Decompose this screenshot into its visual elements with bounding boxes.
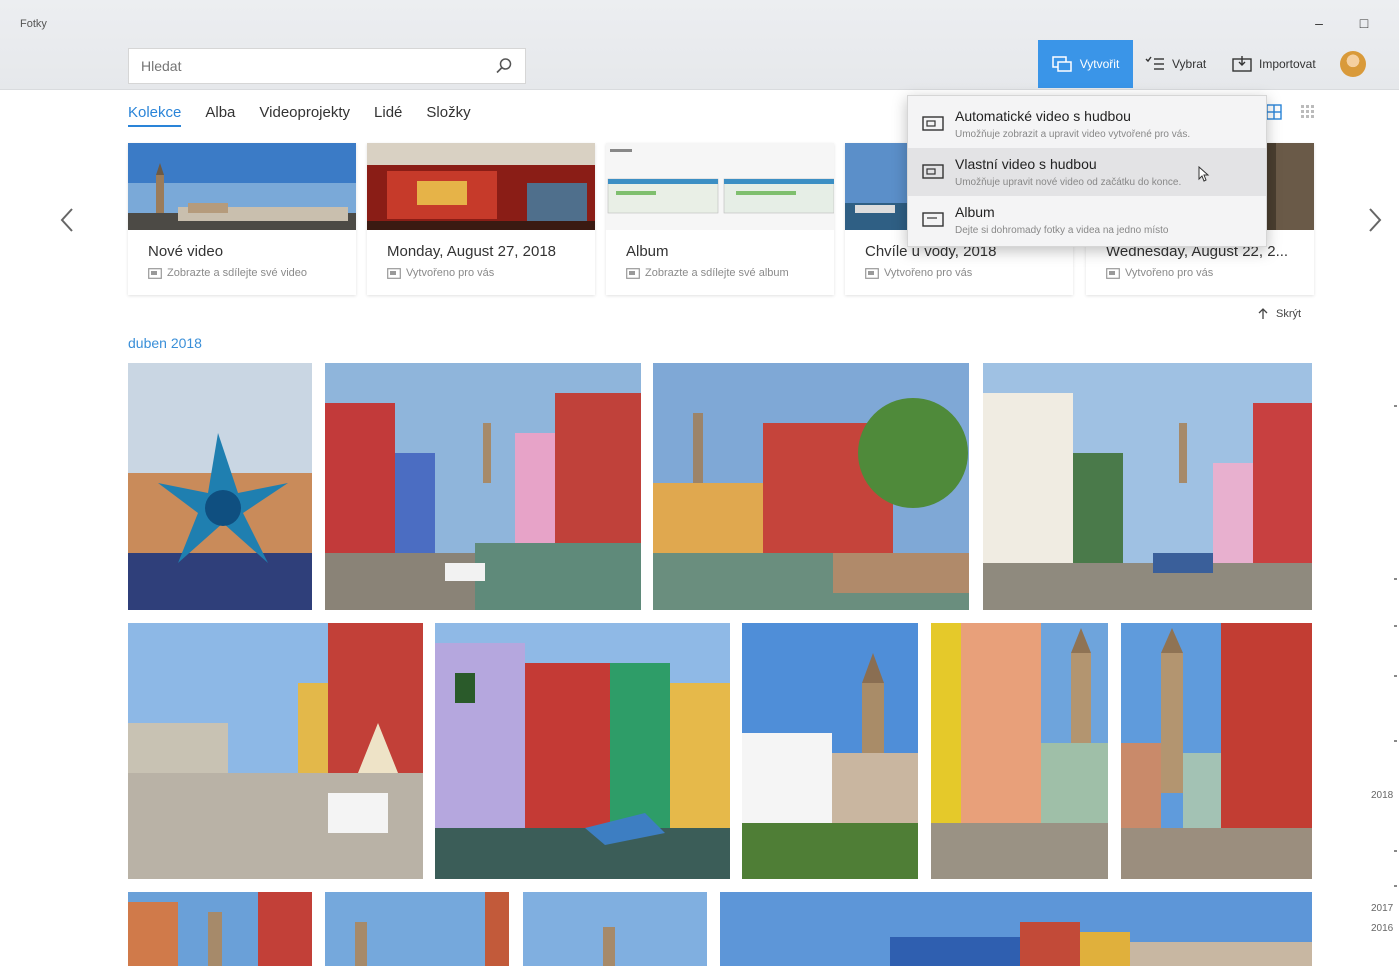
menu-item-automatic-video[interactable]: Automatické video s hudbou Umožňuje zobr…	[908, 100, 1266, 148]
carousel-next-icon[interactable]	[1362, 205, 1386, 235]
card-title: Monday, August 27, 2018	[387, 243, 557, 260]
select-label: Vybrat	[1172, 57, 1207, 71]
search-box	[128, 48, 526, 84]
card-subtitle: Vytvořeno pro vás	[865, 267, 972, 279]
menu-item-description: Umožňuje upravit nové video od začátku d…	[955, 177, 1182, 188]
collection-tabs: Kolekce Alba Videoprojekty Lidé Složky	[128, 104, 471, 127]
card-subtitle-text: Vytvořeno pro vás	[1125, 267, 1214, 279]
video-icon	[1106, 267, 1120, 279]
import-button[interactable]: Importovat	[1232, 50, 1316, 78]
card-thumbnail-venice	[128, 143, 356, 230]
card-subtitle: Vytvořeno pro vás	[1106, 267, 1213, 279]
select-checklist-icon	[1145, 56, 1164, 70]
photo-row3-3[interactable]	[523, 892, 707, 966]
card-thumbnail-event	[367, 143, 595, 230]
menu-item-title: Automatické video s hudbou	[955, 108, 1131, 124]
tab-kolekce[interactable]: Kolekce	[128, 104, 182, 127]
import-icon	[1232, 56, 1252, 72]
card-subtitle-text: Zobrazte a sdílejte své video	[167, 267, 308, 279]
create-dropdown-menu: Automatické video s hudbou Umožňuje zobr…	[907, 95, 1267, 247]
card-subtitle: Zobrazte a sdílejte své video	[148, 267, 307, 279]
menu-item-title: Album	[955, 204, 995, 220]
photo-canal-3[interactable]	[983, 363, 1312, 610]
timeline-year-2016[interactable]: 2016	[1371, 923, 1393, 934]
timeline-marker	[1394, 625, 1397, 627]
carousel-prev-icon[interactable]	[56, 205, 80, 235]
menu-item-custom-video[interactable]: Vlastní video s hudbou Umožňuje upravit …	[908, 148, 1266, 196]
photo-colorful-houses[interactable]	[435, 623, 730, 879]
select-button[interactable]: Vybrat	[1145, 50, 1206, 78]
video-icon	[922, 164, 944, 179]
photo-canal-1[interactable]	[325, 363, 641, 610]
search-icon[interactable]	[495, 57, 513, 75]
card-thumbnail-documents	[606, 143, 834, 230]
card-subtitle: Vytvořeno pro vás	[387, 267, 494, 279]
video-icon	[387, 267, 401, 279]
photo-canal-2[interactable]	[653, 363, 969, 610]
timeline-year-2017[interactable]: 2017	[1371, 903, 1393, 914]
photos-app-window: Fotky – □ Vytvořit Vybrat	[0, 0, 1399, 966]
avatar[interactable]	[1340, 51, 1366, 77]
app-title: Fotky	[20, 18, 47, 30]
tab-alba[interactable]: Alba	[205, 104, 235, 127]
timeline-marker	[1394, 675, 1397, 677]
import-label: Importovat	[1259, 57, 1316, 71]
video-icon	[865, 267, 879, 279]
timeline-year-2018[interactable]: 2018	[1371, 790, 1393, 801]
create-button[interactable]: Vytvořit	[1038, 40, 1133, 88]
menu-item-description: Dejte si dohromady fotky a videa na jedn…	[955, 225, 1169, 236]
menu-item-description: Umožňuje zobrazit a upravit video vytvoř…	[955, 129, 1191, 140]
photo-bell-tower-3[interactable]	[1121, 623, 1312, 879]
card-subtitle: Zobrazte a sdílejte své album	[626, 267, 789, 279]
timeline-marker	[1394, 850, 1397, 852]
photo-bell-tower-2[interactable]	[931, 623, 1108, 879]
arrow-up-icon	[1258, 308, 1268, 319]
album-icon	[626, 267, 640, 279]
title-bar: Fotky – □ Vytvořit Vybrat	[0, 0, 1399, 90]
card-album[interactable]: Album Zobrazte a sdílejte své album	[606, 143, 834, 295]
card-title: Nové video	[148, 243, 224, 260]
video-icon	[148, 267, 162, 279]
card-monday-august-27[interactable]: Monday, August 27, 2018 Vytvořeno pro vá…	[367, 143, 595, 295]
album-icon	[922, 212, 944, 227]
create-label: Vytvořit	[1079, 57, 1120, 71]
view-toggle	[1266, 104, 1316, 120]
mouse-cursor-icon	[1198, 166, 1210, 182]
section-date-heading: duben 2018	[128, 335, 202, 351]
tab-lide[interactable]: Lidé	[374, 104, 402, 127]
minimize-button[interactable]: –	[1310, 14, 1328, 32]
card-subtitle-text: Vytvořeno pro vás	[884, 267, 973, 279]
photo-row3-2[interactable]	[325, 892, 509, 966]
card-new-video[interactable]: Nové video Zobrazte a sdílejte své video	[128, 143, 356, 295]
tab-slozky[interactable]: Složky	[426, 104, 470, 127]
hide-label: Skrýt	[1276, 308, 1302, 320]
maximize-button[interactable]: □	[1355, 14, 1373, 32]
video-icon	[922, 116, 944, 131]
hide-button[interactable]: Skrýt	[1258, 308, 1301, 320]
photo-bell-tower-1[interactable]	[742, 623, 918, 879]
tab-videoprojekty[interactable]: Videoprojekty	[259, 104, 350, 127]
timeline-marker	[1394, 405, 1397, 407]
photo-row3-panorama[interactable]	[720, 892, 1312, 966]
small-grid-icon[interactable]	[1300, 104, 1316, 120]
card-subtitle-text: Vytvořeno pro vás	[406, 267, 495, 279]
photo-row3-1[interactable]	[128, 892, 312, 966]
search-input[interactable]	[129, 49, 469, 83]
menu-item-album[interactable]: Album Dejte si dohromady fotky a videa n…	[908, 196, 1266, 244]
card-subtitle-text: Zobrazte a sdílejte své album	[645, 267, 789, 279]
photo-square[interactable]	[128, 623, 423, 879]
photo-glass-sculpture[interactable]	[128, 363, 312, 610]
menu-item-title: Vlastní video s hudbou	[955, 156, 1097, 172]
create-video-icon	[1051, 56, 1072, 72]
timeline-marker	[1394, 885, 1397, 887]
large-grid-icon[interactable]	[1266, 104, 1282, 120]
timeline-marker	[1394, 578, 1397, 580]
card-title: Album	[626, 243, 669, 260]
timeline-marker	[1394, 740, 1397, 742]
